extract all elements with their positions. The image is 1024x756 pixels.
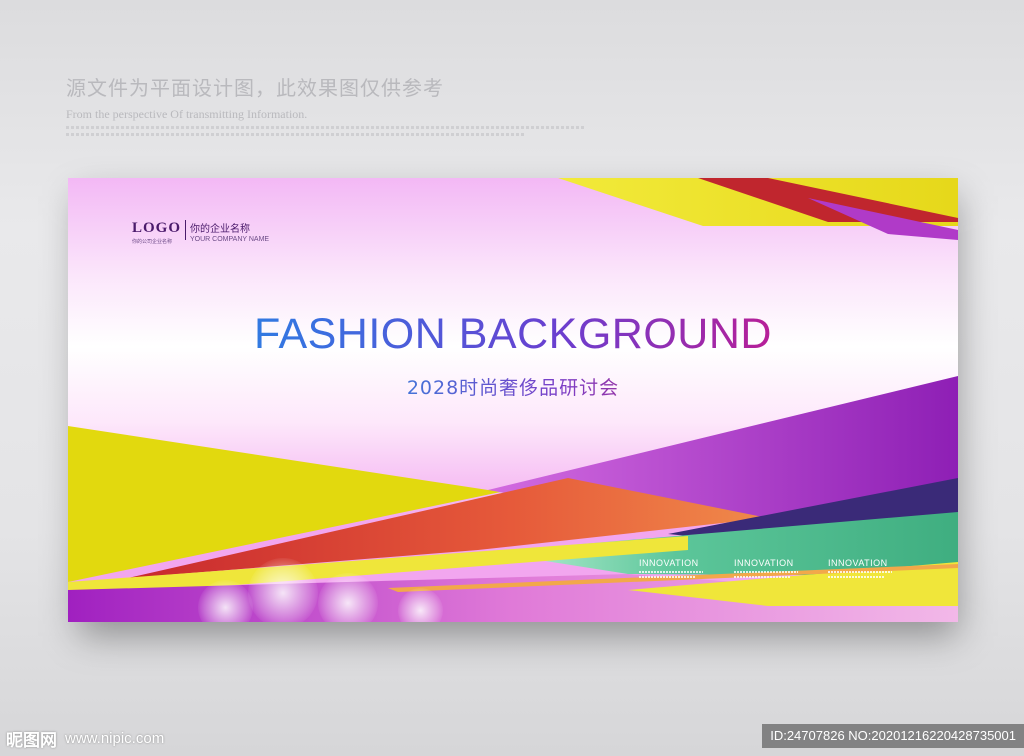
innovation-title: INNOVATION xyxy=(828,558,888,568)
innovation-title: INNOVATION xyxy=(734,558,794,568)
logo-sub: 你的公司企业名称 xyxy=(132,239,173,245)
company-name: 你的企业名称 xyxy=(190,224,251,235)
top-note: 源文件为平面设计图，此效果图仅供参考 From the perspective … xyxy=(66,72,766,136)
watermark-site: 昵图网 www.nipic.com xyxy=(6,726,164,751)
banner-title: FASHION BACKGROUND xyxy=(68,310,958,359)
innovation-title: INNOVATION xyxy=(639,558,699,568)
innovation-block: INNOVATION xyxy=(734,558,798,578)
innovation-block: INNOVATION xyxy=(828,558,892,578)
site-url: www.nipic.com xyxy=(65,730,165,747)
fashion-banner: LOGO 你的公司企业名称 你的企业名称 YOUR COMPANY NAME F… xyxy=(68,178,958,622)
banner-subtitle: 2028时尚奢侈品研讨会 xyxy=(68,373,958,400)
logo-divider xyxy=(185,220,187,240)
note-cn: 源文件为平面设计图，此效果图仅供参考 xyxy=(66,76,444,100)
company-name-en: YOUR COMPANY NAME xyxy=(190,236,270,243)
logo-mark: LOGO xyxy=(132,220,182,236)
note-en: From the perspective Of transmitting Inf… xyxy=(66,107,308,121)
company-logo: LOGO 你的公司企业名称 你的企业名称 YOUR COMPANY NAME xyxy=(132,220,269,245)
bokeh-light xyxy=(248,558,318,622)
innovation-block: INNOVATION xyxy=(639,558,703,578)
image-id-badge: ID:24707826 NO:20201216220428735001 xyxy=(762,724,1024,748)
site-brand: 昵图网 xyxy=(6,731,57,751)
note-fine-print xyxy=(66,126,766,136)
